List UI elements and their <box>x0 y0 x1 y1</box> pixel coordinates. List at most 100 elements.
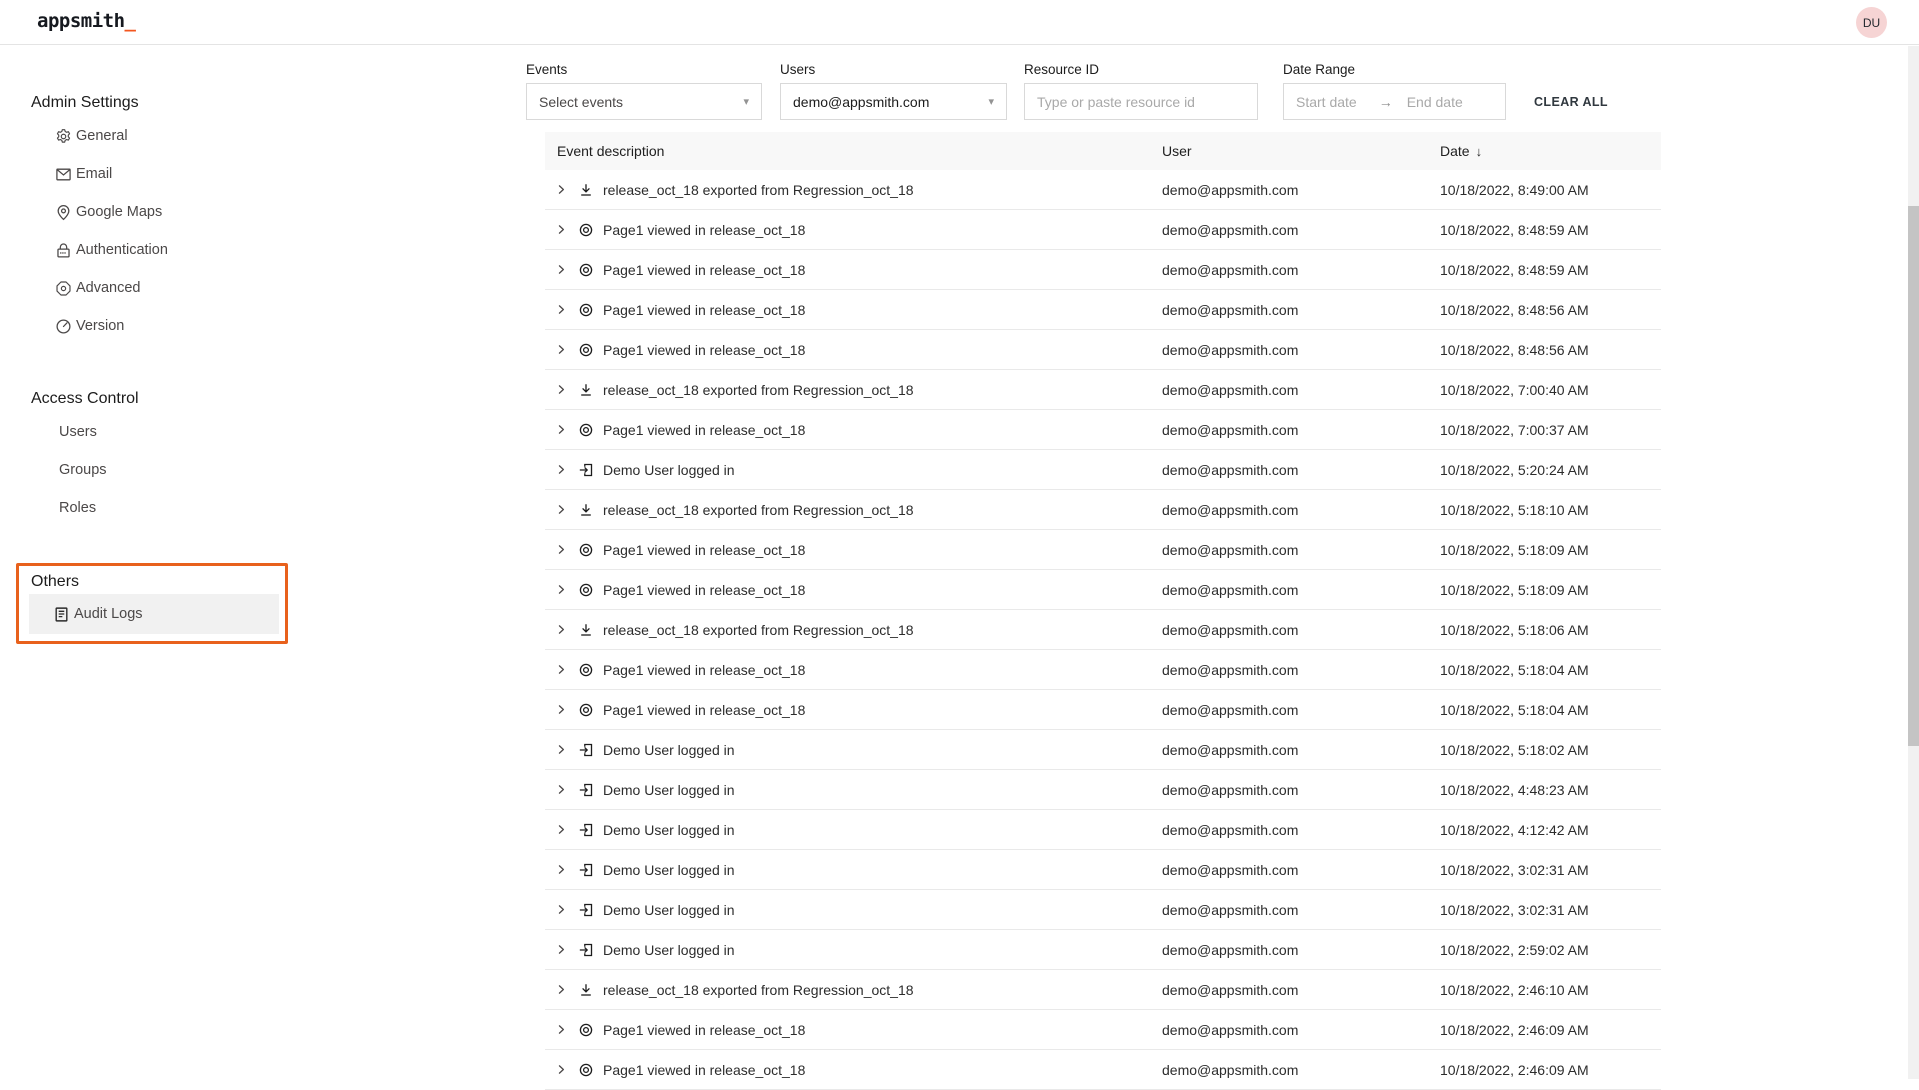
avatar[interactable]: DU <box>1856 7 1887 38</box>
table-row[interactable]: Demo User logged indemo@appsmith.com10/1… <box>545 930 1661 970</box>
expand-chevron-right-icon[interactable] <box>553 382 569 398</box>
sidebar-item-groups[interactable]: Groups <box>31 451 451 489</box>
table-row[interactable]: release_oct_18 exported from Regression_… <box>545 610 1661 650</box>
resource-id-input[interactable] <box>1037 94 1245 110</box>
table-row[interactable]: Demo User logged indemo@appsmith.com10/1… <box>545 850 1661 890</box>
expand-chevron-right-icon[interactable] <box>553 582 569 598</box>
event-description-text: Page1 viewed in release_oct_18 <box>603 222 805 238</box>
user-cell: demo@appsmith.com <box>1150 1062 1428 1078</box>
expand-chevron-right-icon[interactable] <box>553 902 569 918</box>
sidebar-section-items: Audit Logs <box>31 594 451 634</box>
expand-chevron-right-icon[interactable] <box>553 822 569 838</box>
sidebar-item-email[interactable]: Email <box>31 155 451 193</box>
event-description-text: Page1 viewed in release_oct_18 <box>603 262 805 278</box>
event-description-cell: Demo User logged in <box>545 942 1150 958</box>
table-row[interactable]: Page1 viewed in release_oct_18demo@appsm… <box>545 690 1661 730</box>
table-row[interactable]: release_oct_18 exported from Regression_… <box>545 370 1661 410</box>
expand-chevron-right-icon[interactable] <box>553 862 569 878</box>
user-cell: demo@appsmith.com <box>1150 542 1428 558</box>
version-icon <box>55 318 72 335</box>
table-row[interactable]: Demo User logged indemo@appsmith.com10/1… <box>545 810 1661 850</box>
event-description-text: Demo User logged in <box>603 462 735 478</box>
sort-desc-icon: ↓ <box>1476 144 1483 159</box>
expand-chevron-right-icon[interactable] <box>553 702 569 718</box>
expand-chevron-right-icon[interactable] <box>553 542 569 558</box>
expand-chevron-right-icon[interactable] <box>553 462 569 478</box>
table-row[interactable]: Page1 viewed in release_oct_18demo@appsm… <box>545 330 1661 370</box>
sidebar-item-advanced[interactable]: Advanced <box>31 269 451 307</box>
table-row[interactable]: Demo User logged indemo@appsmith.com10/1… <box>545 450 1661 490</box>
expand-chevron-right-icon[interactable] <box>553 982 569 998</box>
table-row[interactable]: Demo User logged indemo@appsmith.com10/1… <box>545 890 1661 930</box>
users-select[interactable]: demo@appsmith.com ▾ <box>780 83 1007 120</box>
vertical-scrollbar-track[interactable] <box>1908 46 1919 1079</box>
expand-chevron-right-icon[interactable] <box>553 502 569 518</box>
clear-all-button[interactable]: CLEAR ALL <box>1534 95 1608 109</box>
vertical-scrollbar-thumb[interactable] <box>1908 206 1919 746</box>
expand-chevron-right-icon[interactable] <box>553 262 569 278</box>
table-row[interactable]: Page1 viewed in release_oct_18demo@appsm… <box>545 1050 1661 1090</box>
users-select-value: demo@appsmith.com <box>793 94 982 110</box>
table-row[interactable]: Page1 viewed in release_oct_18demo@appsm… <box>545 650 1661 690</box>
view-icon <box>578 1062 594 1078</box>
logo-cursor: _ <box>125 10 136 32</box>
sidebar-item-label: Email <box>76 166 112 182</box>
expand-chevron-right-icon[interactable] <box>553 662 569 678</box>
event-description-cell: release_oct_18 exported from Regression_… <box>545 382 1150 398</box>
expand-chevron-right-icon[interactable] <box>553 1062 569 1078</box>
event-description-cell: Page1 viewed in release_oct_18 <box>545 1062 1150 1078</box>
sidebar-item-roles[interactable]: Roles <box>31 489 451 527</box>
table-row[interactable]: Page1 viewed in release_oct_18demo@appsm… <box>545 1010 1661 1050</box>
header-event-description: Event description <box>545 143 1150 159</box>
table-row[interactable]: Page1 viewed in release_oct_18demo@appsm… <box>545 410 1661 450</box>
sidebar-item-version[interactable]: Version <box>31 307 451 345</box>
expand-chevron-right-icon[interactable] <box>553 422 569 438</box>
event-description-cell: Demo User logged in <box>545 462 1150 478</box>
table-row[interactable]: Page1 viewed in release_oct_18demo@appsm… <box>545 210 1661 250</box>
view-icon <box>578 302 594 318</box>
user-cell: demo@appsmith.com <box>1150 982 1428 998</box>
date-range-input[interactable]: Start date → End date <box>1283 83 1506 120</box>
expand-chevron-right-icon[interactable] <box>553 302 569 318</box>
table-row[interactable]: Page1 viewed in release_oct_18demo@appsm… <box>545 530 1661 570</box>
view-icon <box>578 262 594 278</box>
expand-chevron-right-icon[interactable] <box>553 622 569 638</box>
table-row[interactable]: Page1 viewed in release_oct_18demo@appsm… <box>545 290 1661 330</box>
expand-chevron-right-icon[interactable] <box>553 742 569 758</box>
sidebar-item-users[interactable]: Users <box>31 413 451 451</box>
date-cell: 10/18/2022, 5:18:09 AM <box>1428 542 1661 558</box>
expand-chevron-right-icon[interactable] <box>553 222 569 238</box>
event-description-text: release_oct_18 exported from Regression_… <box>603 382 914 398</box>
sidebar-item-general[interactable]: General <box>31 117 451 155</box>
event-description-cell: Page1 viewed in release_oct_18 <box>545 1022 1150 1038</box>
expand-chevron-right-icon[interactable] <box>553 182 569 198</box>
events-select[interactable]: Select events ▾ <box>526 83 762 120</box>
user-cell: demo@appsmith.com <box>1150 942 1428 958</box>
logo-text: appsmith <box>37 10 125 32</box>
table-row[interactable]: Demo User logged indemo@appsmith.com10/1… <box>545 770 1661 810</box>
users-filter: Users demo@appsmith.com ▾ <box>780 61 1007 120</box>
appsmith-logo[interactable]: appsmith_ <box>37 10 135 32</box>
avatar-initials: DU <box>1863 16 1880 30</box>
user-cell: demo@appsmith.com <box>1150 262 1428 278</box>
table-row[interactable]: release_oct_18 exported from Regression_… <box>545 490 1661 530</box>
header-date[interactable]: Date↓ <box>1428 143 1661 159</box>
table-row[interactable]: Page1 viewed in release_oct_18demo@appsm… <box>545 570 1661 610</box>
sidebar-item-authentication[interactable]: Authentication <box>31 231 451 269</box>
sidebar-item-audit-logs[interactable]: Audit Logs <box>29 594 279 634</box>
expand-chevron-right-icon[interactable] <box>553 1022 569 1038</box>
sidebar-item-google-maps[interactable]: Google Maps <box>31 193 451 231</box>
table-row[interactable]: Demo User logged indemo@appsmith.com10/1… <box>545 730 1661 770</box>
event-description-cell: release_oct_18 exported from Regression_… <box>545 502 1150 518</box>
expand-chevron-right-icon[interactable] <box>553 942 569 958</box>
table-row[interactable]: release_oct_18 exported from Regression_… <box>545 970 1661 1010</box>
expand-chevron-right-icon[interactable] <box>553 782 569 798</box>
table-row[interactable]: Page1 viewed in release_oct_18 demo@appsm… <box>545 250 1661 290</box>
table-row[interactable]: release_oct_18 exported from Regression_… <box>545 170 1661 210</box>
expand-chevron-right-icon[interactable] <box>553 342 569 358</box>
event-description-cell: Page1 viewed in release_oct_18 <box>545 262 1150 278</box>
login-icon <box>578 942 594 958</box>
event-description-cell: Page1 viewed in release_oct_18 <box>545 222 1150 238</box>
mail-icon <box>55 166 72 183</box>
sidebar-item-label: Roles <box>59 500 96 516</box>
